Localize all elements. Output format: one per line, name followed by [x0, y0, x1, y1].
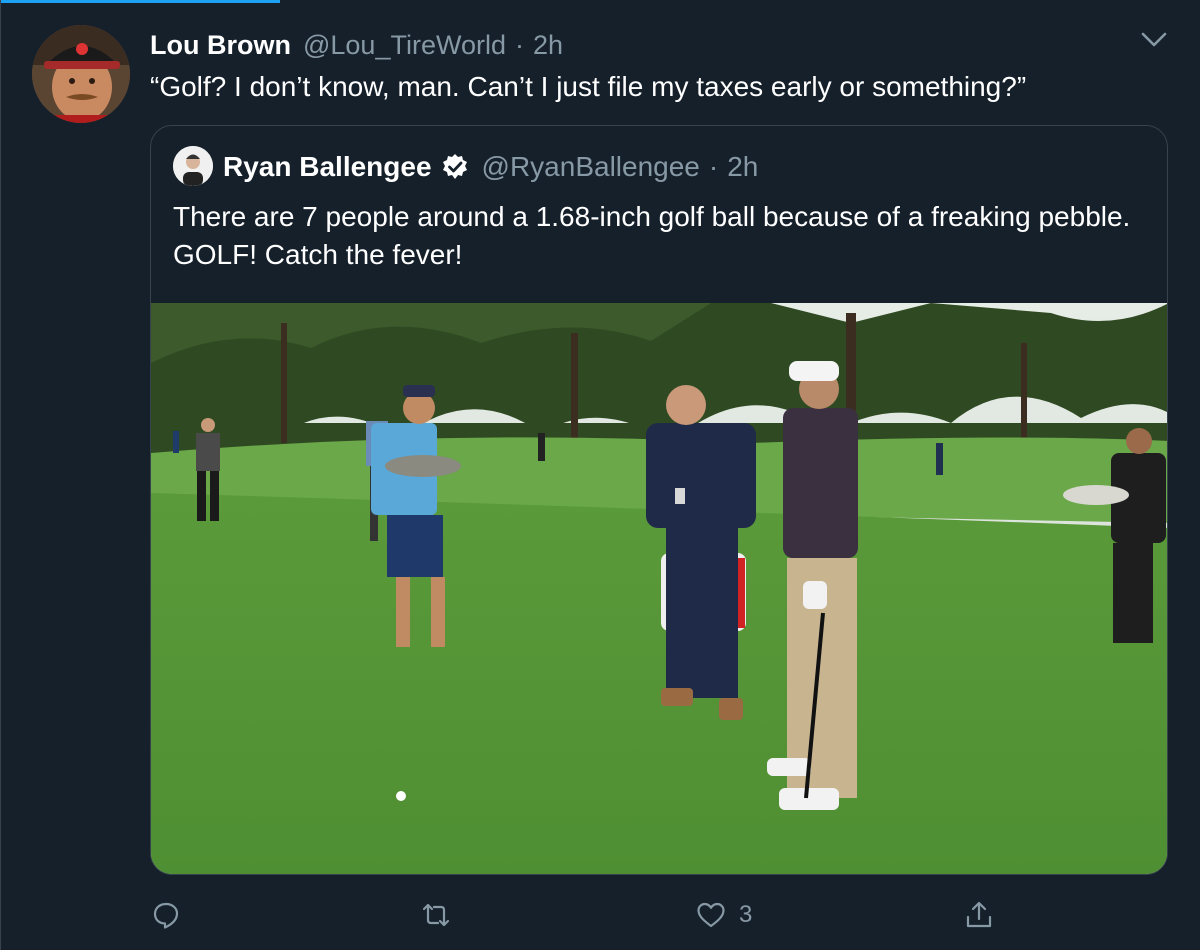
share-icon — [966, 901, 992, 928]
more-options-button[interactable] — [1138, 26, 1170, 54]
tweet-timestamp[interactable]: 2h — [533, 30, 563, 61]
golf-course-photo[interactable] — [151, 303, 1167, 874]
quoted-tweet-timestamp: 2h — [727, 151, 759, 182]
share-button[interactable] — [963, 893, 995, 937]
retweet-button[interactable] — [420, 893, 452, 937]
reply-icon — [153, 902, 179, 929]
tweet-actions: 3 — [150, 893, 1050, 937]
heart-icon — [697, 902, 725, 928]
quoted-author-avatar — [173, 146, 213, 186]
retweet-icon — [422, 903, 450, 927]
quoted-author-name: Ryan Ballengee — [223, 151, 432, 182]
reply-button[interactable] — [150, 893, 182, 937]
quoted-tweet-card[interactable]: Ryan Ballengee @RyanBallengee · 2h There… — [150, 125, 1168, 875]
chevron-down-icon — [1141, 32, 1167, 47]
author-handle[interactable]: @Lou_TireWorld — [303, 30, 506, 61]
verified-badge-icon — [440, 152, 470, 182]
separator-dot: · — [708, 151, 719, 182]
loading-progress-bar — [0, 0, 280, 3]
quoted-tweet-text: There are 7 people around a 1.68-inch go… — [173, 201, 1131, 270]
tweet-header: Lou Brown @Lou_TireWorld · 2h — [150, 26, 563, 64]
tweet-text: “Golf? I don’t know, man. Can’t I just f… — [150, 71, 1027, 102]
author-name[interactable]: Lou Brown — [150, 30, 291, 61]
quoted-tweet-header: Ryan Ballengee @RyanBallengee · 2h — [223, 148, 758, 186]
column-divider — [0, 0, 1, 950]
like-count: 3 — [739, 901, 753, 928]
quoted-author-handle: @RyanBallengee — [481, 151, 700, 182]
separator-dot: · — [514, 29, 524, 60]
like-button[interactable]: 3 — [695, 893, 752, 937]
author-avatar[interactable] — [32, 25, 130, 123]
